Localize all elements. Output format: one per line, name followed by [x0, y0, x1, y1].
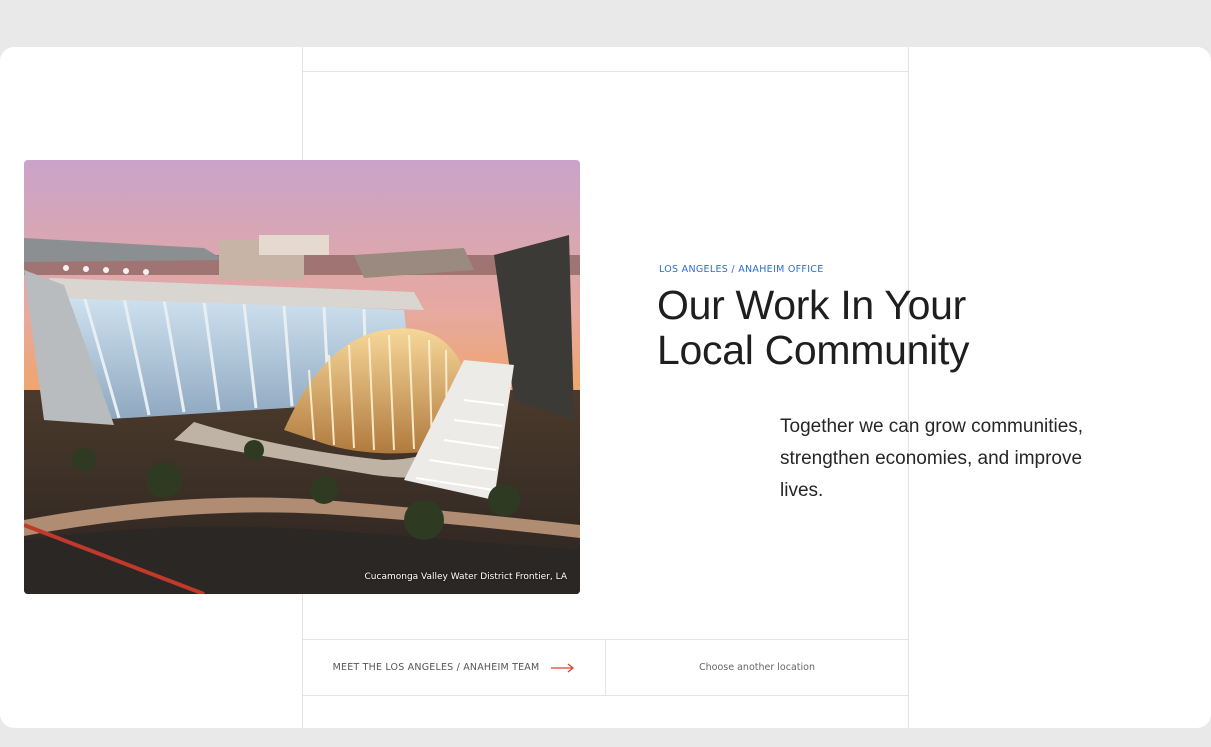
choose-location-label: Choose another location	[699, 662, 815, 673]
title-line-2: Local Community	[657, 327, 970, 373]
office-eyebrow-label: LOS ANGELES / ANAHEIM OFFICE	[659, 264, 824, 275]
page-canvas: Cucamonga Valley Water District Frontier…	[0, 47, 1211, 728]
intro-line-3: lives.	[780, 480, 824, 501]
page-title: Our Work In Your Local Community	[657, 283, 1017, 373]
grid-line-top	[303, 71, 908, 72]
arrow-right-icon	[551, 662, 575, 673]
building-photo-illustration	[24, 160, 580, 594]
photo-caption: Cucamonga Valley Water District Frontier…	[364, 572, 567, 582]
title-line-1: Our Work In Your	[657, 282, 966, 328]
office-project-photo: Cucamonga Valley Water District Frontier…	[24, 160, 580, 594]
intro-line-2: strengthen economies, and improve	[780, 448, 1083, 469]
choose-location-link[interactable]: Choose another location	[606, 640, 908, 695]
intro-line-1: Together we can grow communities,	[780, 416, 1084, 437]
grid-line-right	[908, 47, 909, 728]
intro-paragraph: Together we can grow communities, streng…	[780, 411, 1120, 507]
meet-team-label: MEET THE LOS ANGELES / ANAHEIM TEAM	[332, 662, 540, 673]
meet-team-link[interactable]: MEET THE LOS ANGELES / ANAHEIM TEAM	[303, 640, 605, 695]
